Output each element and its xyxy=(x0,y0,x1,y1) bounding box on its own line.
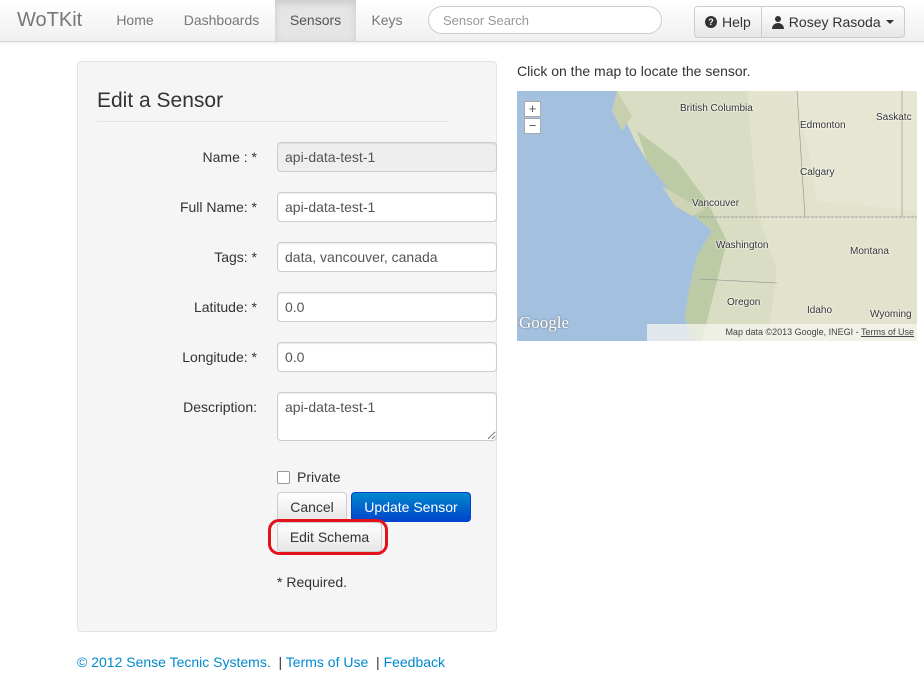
page-title: Edit a Sensor xyxy=(97,89,224,112)
user-button-group: ? Help Rosey Rasoda xyxy=(694,6,905,38)
map-label: Idaho xyxy=(807,305,833,316)
map-label: Edmonton xyxy=(800,120,846,131)
map-label: Vancouver xyxy=(692,198,740,209)
private-checkbox[interactable] xyxy=(277,471,290,484)
map-terrain xyxy=(517,91,917,341)
google-logo: Google xyxy=(519,313,570,332)
name-field[interactable] xyxy=(277,142,497,172)
map-label: Oregon xyxy=(727,297,761,308)
map-label: British Columbia xyxy=(680,103,753,114)
required-note: * Required. xyxy=(277,574,348,590)
footer-separator: | xyxy=(278,654,283,670)
map-terms-link[interactable]: Terms of Use xyxy=(861,327,914,337)
annotation-highlight xyxy=(268,519,388,555)
nav-home[interactable]: Home xyxy=(102,0,168,41)
tags-label: Tags: * xyxy=(214,249,257,265)
user-icon xyxy=(771,15,784,29)
question-circle-icon: ? xyxy=(705,16,717,28)
location-map[interactable] xyxy=(517,91,917,341)
copyright-link[interactable]: © 2012 Sense Tecnic Systems. xyxy=(77,654,271,670)
description-field[interactable]: api-data-test-1 xyxy=(277,392,497,441)
latitude-field[interactable] xyxy=(277,292,497,322)
full-name-field[interactable] xyxy=(277,192,497,222)
help-label: Help xyxy=(722,14,751,30)
cancel-button[interactable]: Cancel xyxy=(277,492,347,522)
terms-of-use-link[interactable]: Terms of Use xyxy=(286,654,368,670)
name-label: Name : * xyxy=(202,149,257,165)
footer-separator: | xyxy=(376,654,380,670)
tags-field[interactable] xyxy=(277,242,497,272)
map-caption: Click on the map to locate the sensor. xyxy=(517,63,751,79)
map-attribution-text: Map data ©2013 Google, INEGI - xyxy=(725,327,861,337)
map-attribution: Map data ©2013 Google, INEGI - Terms of … xyxy=(647,324,917,341)
private-label: Private xyxy=(297,469,341,485)
zoom-out-button[interactable]: − xyxy=(524,118,541,134)
map-label: Calgary xyxy=(800,167,835,178)
user-menu-button[interactable]: Rosey Rasoda xyxy=(760,7,904,37)
title-divider xyxy=(97,121,449,122)
longitude-label: Longitude: * xyxy=(182,349,257,365)
nav-dashboards[interactable]: Dashboards xyxy=(168,0,275,41)
zoom-in-button[interactable]: + xyxy=(524,101,541,117)
feedback-link[interactable]: Feedback xyxy=(384,654,445,670)
nav-sensors[interactable]: Sensors xyxy=(275,0,356,41)
longitude-field[interactable] xyxy=(277,342,497,372)
help-button[interactable]: ? Help xyxy=(695,7,761,37)
full-name-label: Full Name: * xyxy=(179,199,257,215)
user-name: Rosey Rasoda xyxy=(788,14,881,30)
map-label: Washington xyxy=(716,240,769,251)
update-sensor-button[interactable]: Update Sensor xyxy=(351,492,471,522)
latitude-label: Latitude: * xyxy=(193,299,257,315)
top-navbar: WoTKit Home Dashboards Sensors Keys ? He… xyxy=(0,0,924,42)
map-label: Wyoming xyxy=(870,309,912,320)
nav-keys[interactable]: Keys xyxy=(356,0,418,41)
caret-down-icon xyxy=(885,20,894,24)
sensor-search-input[interactable] xyxy=(428,6,662,34)
map-label: Saskatc xyxy=(876,112,912,123)
map-label: Montana xyxy=(850,246,889,257)
brand-logo[interactable]: WoTKit xyxy=(17,9,82,32)
footer: © 2012 Sense Tecnic Systems. | Terms of … xyxy=(77,654,445,670)
description-label: Description: xyxy=(183,399,257,415)
